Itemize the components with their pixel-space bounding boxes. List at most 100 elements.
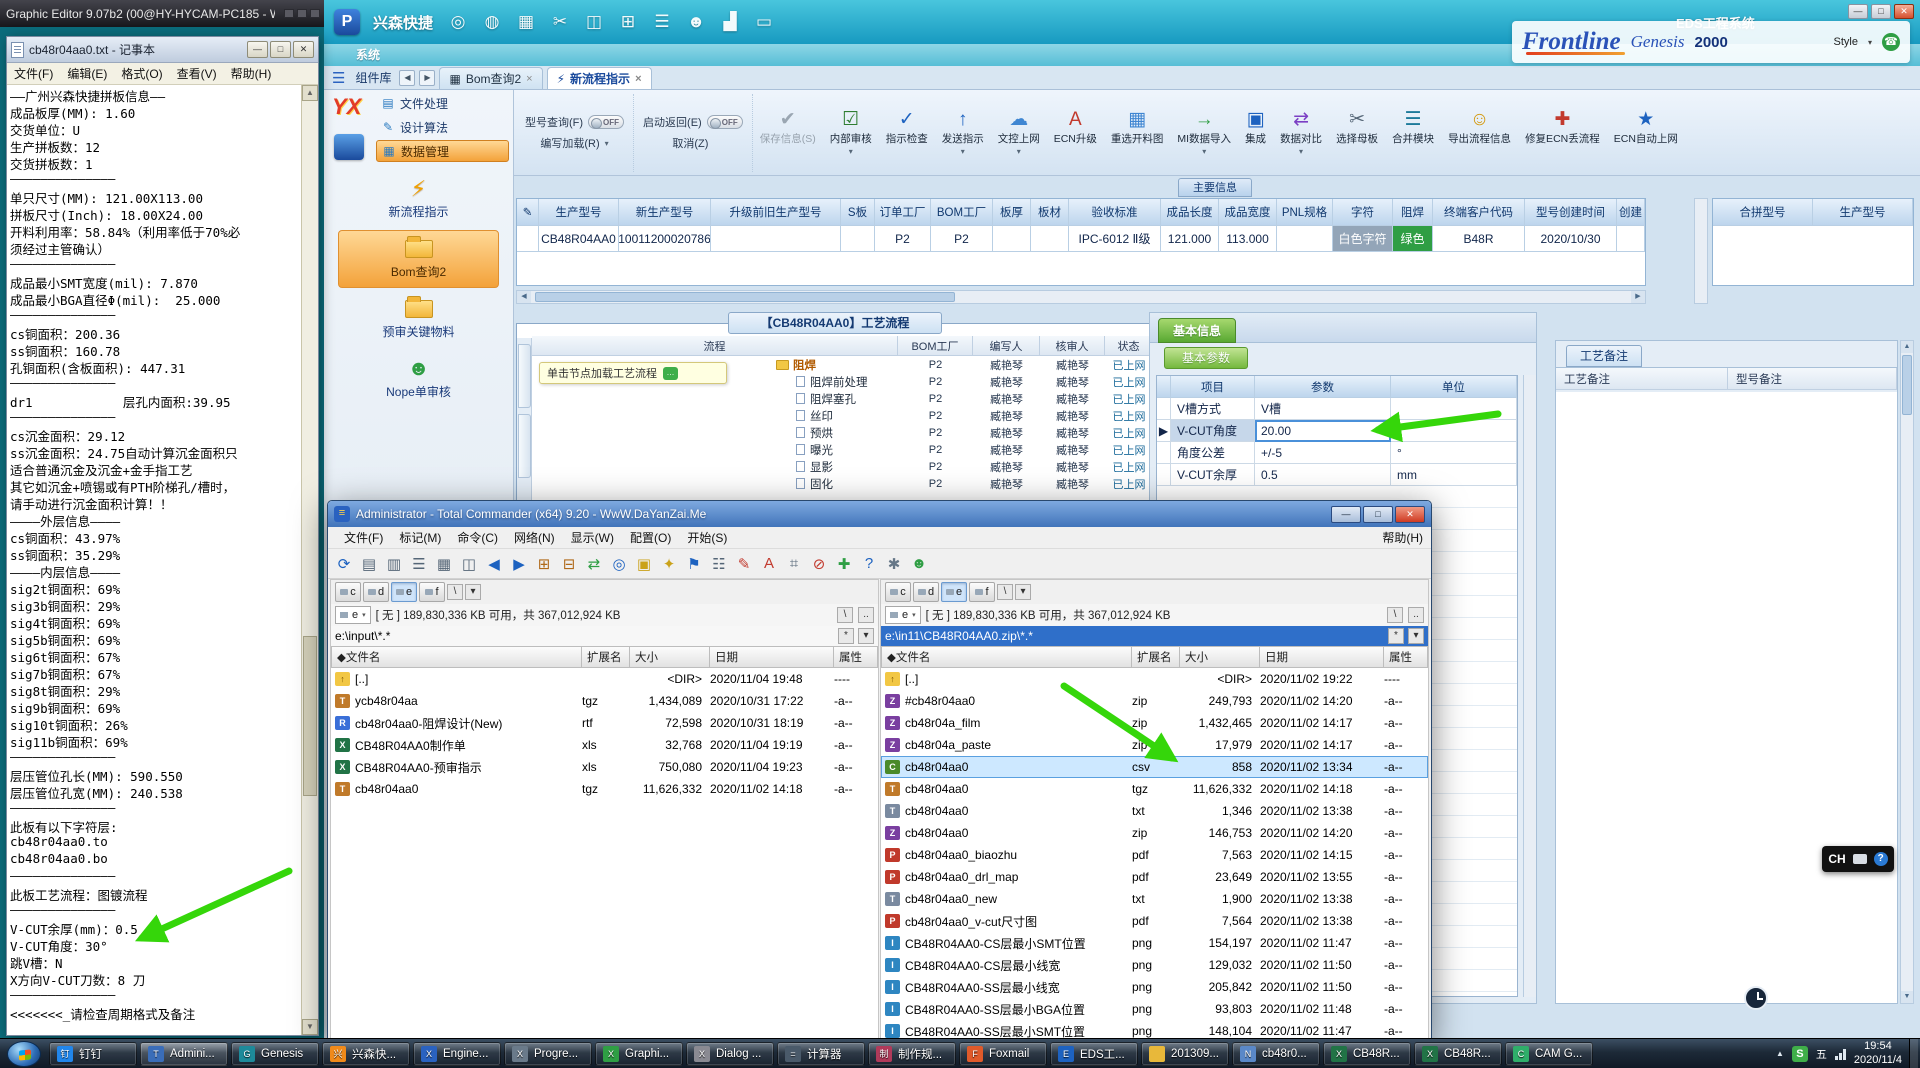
tc-toolbar-icon[interactable]: ▶: [507, 552, 531, 576]
ribbon-button[interactable]: ★ ECN自动上网: [1607, 93, 1685, 173]
history-button[interactable]: ▾: [1015, 584, 1031, 600]
tc-toolbar-icon[interactable]: ?: [857, 552, 881, 576]
keyboard-icon[interactable]: [1852, 854, 1867, 864]
file-row[interactable]: cb48r04aa0 txt 1,346 2020/11/02 13:38 -a…: [881, 800, 1428, 822]
tc-toolbar-icon[interactable]: ◫: [457, 552, 481, 576]
param-value[interactable]: 20.00: [1255, 420, 1391, 442]
taskbar-button[interactable]: cb48r0...: [1232, 1041, 1320, 1066]
ribbon-button[interactable]: ↑ 发送指示 ▾: [935, 93, 991, 173]
tc-toolbar-icon[interactable]: ⊟: [557, 552, 581, 576]
tc-toolbar-icon[interactable]: ▣: [632, 552, 656, 576]
chevron-down-icon[interactable]: ▾: [605, 139, 609, 148]
history-button[interactable]: ▾: [1408, 628, 1424, 644]
column-header[interactable]: 成品长度: [1161, 199, 1219, 226]
param-row[interactable]: V槽方式 V槽: [1157, 398, 1517, 420]
column-header[interactable]: 终端客户代码: [1433, 199, 1525, 226]
toggle-sub-label[interactable]: 编写加载(R): [540, 135, 599, 151]
toggle-switch[interactable]: OFF: [588, 115, 625, 129]
menu-item[interactable]: 开始(S): [679, 529, 735, 546]
taskbar-button[interactable]: Foxmail: [959, 1041, 1047, 1066]
tab-process-notes[interactable]: 工艺备注: [1566, 345, 1642, 367]
column-header[interactable]: BOM工厂: [931, 199, 993, 226]
menu-item-help[interactable]: 帮助(H): [1374, 529, 1431, 546]
process-tree-row[interactable]: 曝光 P2 臧艳琴 臧艳琴 已上网: [532, 441, 1153, 458]
param-row[interactable]: V-CUT余厚 0.5 mm: [1157, 464, 1517, 486]
taskbar-button[interactable]: 201309...: [1141, 1041, 1229, 1066]
tc-toolbar-icon[interactable]: ▦: [432, 552, 456, 576]
filter-button[interactable]: *: [838, 628, 854, 644]
component-library-label[interactable]: 组件库: [353, 69, 395, 89]
drive-button[interactable]: f: [969, 582, 995, 602]
menu-item[interactable]: 编辑(E): [60, 65, 114, 82]
window-control-button[interactable]: ✕: [1395, 505, 1425, 523]
window-control-button[interactable]: □: [270, 41, 291, 58]
column-header[interactable]: 流程: [532, 336, 898, 356]
window-control-button[interactable]: ✕: [1894, 4, 1914, 19]
file-row[interactable]: cb48r04aa0_biaozhu pdf 7,563 2020/11/02 …: [881, 844, 1428, 866]
ribbon-button[interactable]: ☑ 内部审核 ▾: [823, 93, 879, 173]
menu-item[interactable]: 配置(O): [622, 529, 679, 546]
root-button[interactable]: \: [1387, 607, 1403, 623]
menu-item[interactable]: 网络(N): [506, 529, 563, 546]
column-header[interactable]: 编写人: [973, 336, 1040, 356]
column-header[interactable]: 日期: [710, 646, 834, 668]
column-header[interactable]: 生产型号: [1813, 199, 1913, 226]
toggle-sub-label[interactable]: 取消(Z): [672, 135, 708, 151]
taskbar-button[interactable]: CAM G...: [1505, 1041, 1593, 1066]
graphic-editor-window-buttons[interactable]: [281, 7, 320, 21]
column-header[interactable]: 新生产型号: [619, 199, 711, 226]
file-row[interactable]: CB48R04AA0-预审指示 xls 750,080 2020/11/04 1…: [331, 756, 878, 778]
ribbon-button[interactable]: ▦ 重选开料图: [1104, 93, 1171, 173]
eds-toolbar-icon[interactable]: ☻: [684, 12, 708, 32]
tc-toolbar-icon[interactable]: ☷: [707, 552, 731, 576]
file-row[interactable]: cb48r04aa0-阻焊设计(New) rtf 72,598 2020/10/…: [331, 712, 878, 734]
sidebar-item[interactable]: Nope单审核: [338, 350, 499, 408]
eds-toolbar-icon[interactable]: ⊞: [616, 12, 640, 32]
tc-toolbar-icon[interactable]: A: [757, 552, 781, 576]
tc-toolbar-icon[interactable]: ✎: [732, 552, 756, 576]
taskbar-button[interactable]: 计算器: [777, 1041, 865, 1066]
tc-toolbar-icon[interactable]: ✦: [657, 552, 681, 576]
sidebar-item[interactable]: Bom查询2: [338, 230, 499, 288]
window-control-button[interactable]: □: [1363, 505, 1393, 523]
window-control-button[interactable]: ✕: [293, 41, 314, 58]
process-tree-row[interactable]: 固化 P2 臧艳琴 臧艳琴 已上网: [532, 475, 1153, 492]
basic-params-button[interactable]: 基本参数: [1164, 347, 1248, 369]
taskbar-button[interactable]: CB48R...: [1323, 1041, 1411, 1066]
sogou-input-icon[interactable]: S: [1791, 1045, 1808, 1062]
file-row[interactable]: cb48r04aa0 tgz 11,626,332 2020/11/02 14:…: [881, 778, 1428, 800]
file-row[interactable]: cb48r04aa0 csv 858 2020/11/02 13:34 -a--: [881, 756, 1428, 778]
sidebar-item[interactable]: 新流程指示: [338, 170, 499, 228]
taskbar-button[interactable]: Engine...: [413, 1041, 501, 1066]
ribbon-button[interactable]: ⇄ 数据对比 ▾: [1273, 93, 1329, 173]
column-header[interactable]: 型号备注: [1728, 368, 1897, 390]
window-control-button[interactable]: —: [1331, 505, 1361, 523]
tc-toolbar-icon[interactable]: ◀: [482, 552, 506, 576]
ribbon-button[interactable]: ☺ 导出流程信息: [1441, 93, 1518, 173]
filter-button[interactable]: *: [1388, 628, 1404, 644]
tab-scroll-left-button[interactable]: ◀: [399, 70, 416, 86]
file-row[interactable]: CB48R04AA0制作单 xls 32,768 2020/11/04 19:1…: [331, 734, 878, 756]
taskbar-button[interactable]: Genesis: [231, 1041, 319, 1066]
column-header[interactable]: 扩展名: [582, 646, 630, 668]
grid-horizontal-scrollbar[interactable]: ◀ ▶: [516, 290, 1646, 304]
phone-icon[interactable]: ☎: [1882, 33, 1900, 51]
input-method-indicator[interactable]: 五: [1816, 1046, 1827, 1062]
chevron-down-icon[interactable]: ▾: [1868, 38, 1872, 47]
drive-button[interactable]: d: [913, 582, 939, 602]
tc-toolbar-icon[interactable]: ⊘: [807, 552, 831, 576]
scroll-down-icon[interactable]: ▼: [302, 1019, 318, 1035]
file-row[interactable]: CB48R04AA0-CS层最小SMT位置 png 154,197 2020/1…: [881, 932, 1428, 954]
param-value[interactable]: 0.5: [1255, 464, 1391, 486]
root-button[interactable]: \: [447, 584, 463, 600]
show-desktop-button[interactable]: [1909, 1038, 1918, 1068]
sidebar-item[interactable]: 预审关键物料: [338, 290, 499, 348]
file-row[interactable]: CB48R04AA0-SS层最小BGA位置 png 93,803 2020/11…: [881, 998, 1428, 1020]
window-control-button[interactable]: —: [247, 41, 268, 58]
eds-toolbar-icon[interactable]: ▭: [752, 12, 776, 32]
root-button[interactable]: \: [837, 607, 853, 623]
grid-vertical-scrollbar[interactable]: [1694, 198, 1708, 304]
process-tree-row[interactable]: 显影 P2 臧艳琴 臧艳琴 已上网: [532, 458, 1153, 475]
network-icon[interactable]: [1834, 1048, 1846, 1060]
tc-toolbar-icon[interactable]: ⌗: [782, 552, 806, 576]
